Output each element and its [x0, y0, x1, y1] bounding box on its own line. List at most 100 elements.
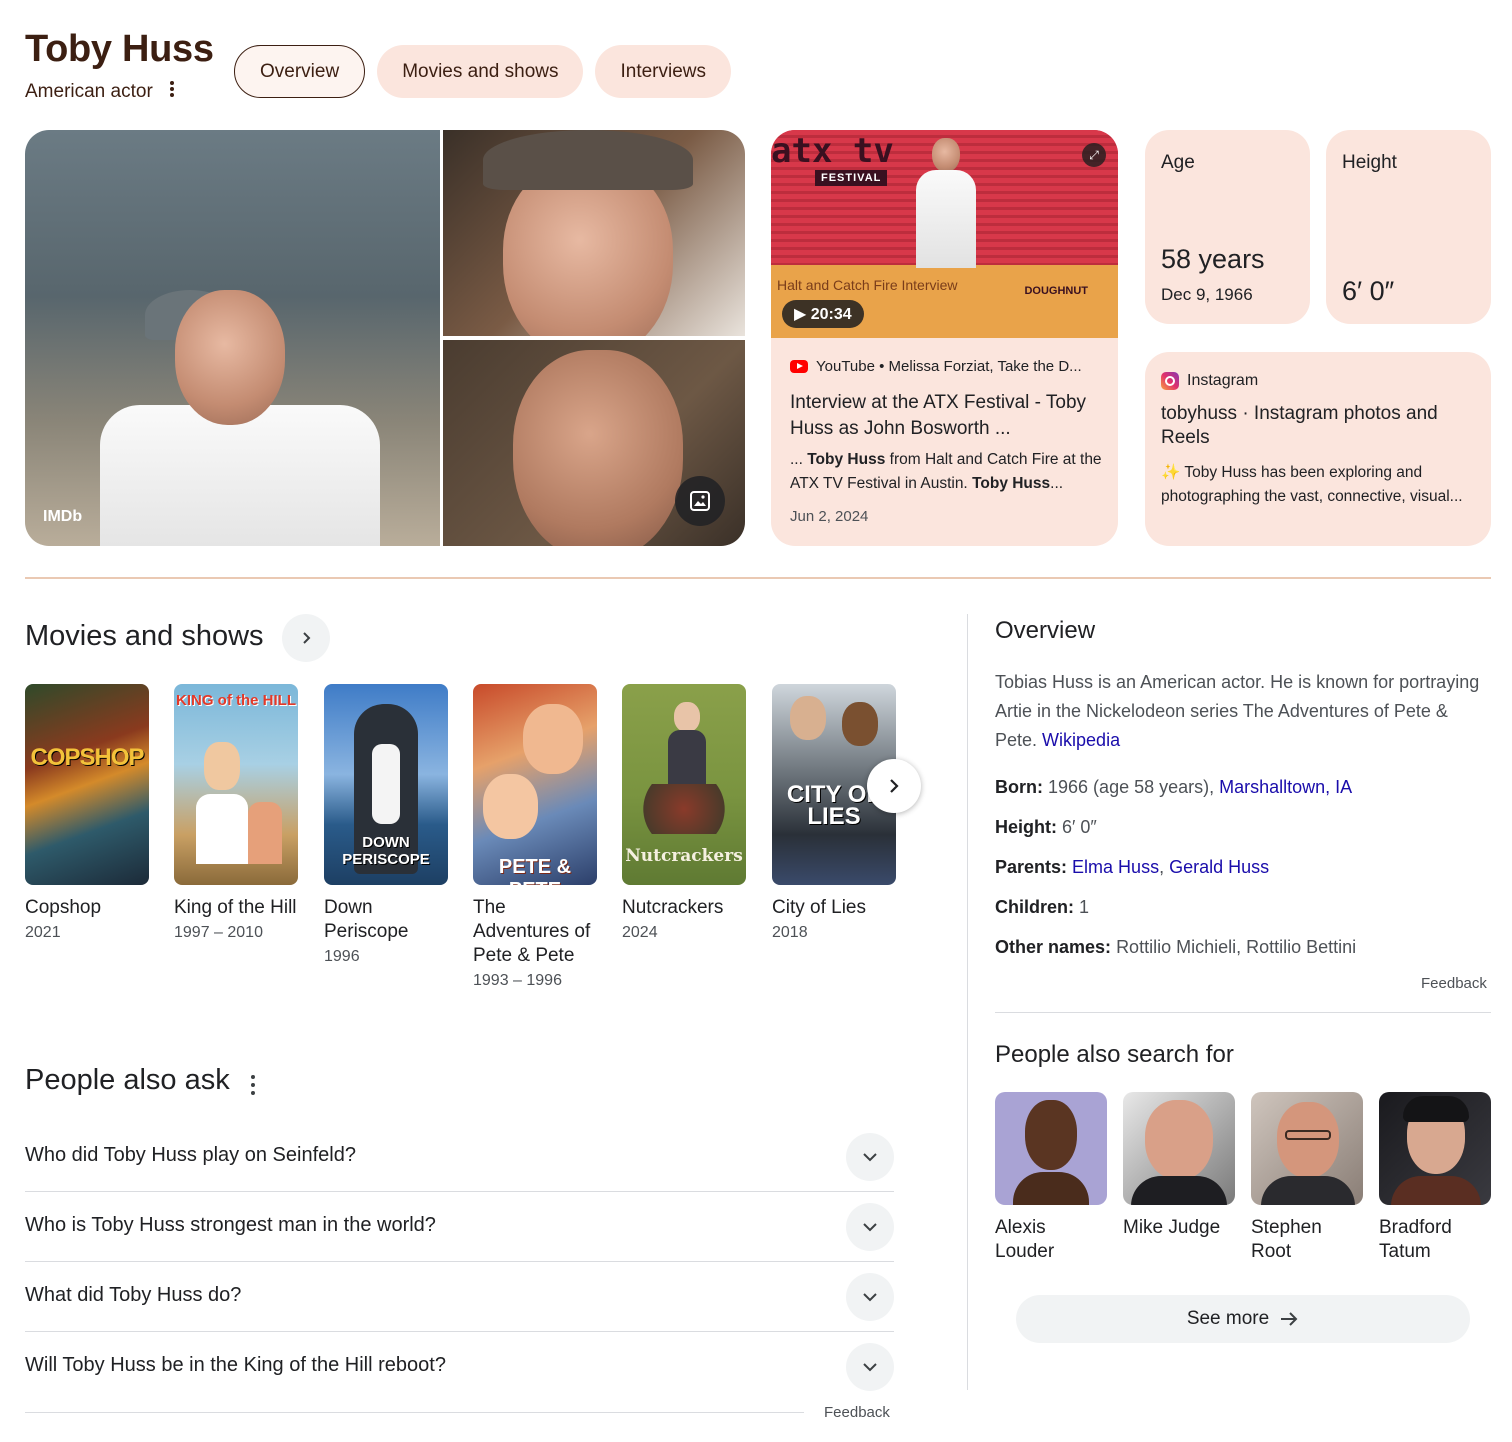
movie-item-down-periscope[interactable]: DOWN PERISCOPE Down Periscope 1996 [324, 684, 448, 966]
fact-parents: Parents: Elma Huss, Gerald Huss [995, 857, 1270, 877]
paa-question-text: Will Toby Huss be in the King of the Hil… [25, 1354, 446, 1376]
parent-link[interactable]: Gerald Huss [1169, 857, 1269, 877]
movie-item-king-of-the-hill[interactable]: KING of the HILL King of the Hill 1997 –… [174, 684, 298, 942]
atx-logo: atx tv [771, 131, 894, 171]
instagram-icon [1161, 372, 1179, 390]
person-face [513, 350, 683, 546]
movie-item-city-of-lies[interactable]: CITY OF LIES City of Lies 2018 [772, 684, 896, 942]
poster-title: PETE & PETE [498, 856, 572, 885]
portrait-photo-closeup[interactable] [443, 340, 745, 546]
movie-year: 2018 [772, 924, 808, 941]
person-photo [1251, 1092, 1363, 1205]
movie-item-copshop[interactable]: COPSHOP Copshop 2021 [25, 684, 149, 942]
poster-title: KING of the HILL [176, 692, 296, 709]
movie-year: 1997 – 2010 [174, 924, 263, 941]
movie-title: King of the Hill [174, 897, 297, 918]
movies-section-title[interactable]: Movies and shows [25, 620, 264, 653]
movie-year: 2024 [622, 924, 658, 941]
person-name: Mike Judge [1123, 1217, 1221, 1238]
thumbnail-brand: DOUGHNUT [1024, 285, 1088, 297]
person-mike-judge[interactable]: Mike Judge [1123, 1092, 1235, 1240]
see-more-label: See more [1186, 1308, 1270, 1329]
poster-title: Nutcrackers [625, 846, 743, 866]
instagram-snippet-text: Toby Huss has been exploring and photogr… [1161, 464, 1463, 505]
main-photo[interactable]: IMDb [25, 130, 440, 546]
youtube-icon [790, 360, 808, 373]
snippet-text: ... [790, 451, 808, 468]
paa-feedback-link[interactable]: Feedback [824, 1404, 890, 1421]
fact-children: Children: 1 [995, 897, 1089, 918]
right-divider [995, 1012, 1491, 1013]
poster-title: DOWN PERISCOPE [342, 834, 430, 868]
paa-divider [25, 1412, 804, 1413]
snippet-highlight: Toby Huss [972, 475, 1051, 492]
movie-year: 1996 [324, 948, 360, 965]
carousel-next-icon[interactable] [867, 759, 921, 813]
overview-feedback-link[interactable]: Feedback [1421, 975, 1487, 992]
tab-overview[interactable]: Overview [234, 45, 366, 98]
paa-options-icon[interactable] [246, 1075, 260, 1095]
paa-question[interactable]: Will Toby Huss be in the King of the Hil… [25, 1332, 894, 1402]
portrait-photo-cap[interactable] [443, 130, 745, 336]
age-value: 58 years [1161, 244, 1265, 274]
chevron-down-icon[interactable] [846, 1133, 894, 1181]
paa-question-text: Who is Toby Huss strongest man in the wo… [25, 1214, 436, 1236]
people-also-search-title: People also search for [995, 1041, 1234, 1068]
expand-icon[interactable]: ⤢ [1082, 143, 1106, 167]
person-name: Bradford Tatum [1379, 1217, 1452, 1262]
height-card[interactable]: Height 6′ 0″ [1326, 130, 1491, 324]
fact-label: Born: [995, 777, 1043, 797]
fact-value: Rottilio Michieli, Rottilio Bettini [1116, 937, 1357, 957]
chevron-down-icon[interactable] [846, 1203, 894, 1251]
fact-born: Born: 1966 (age 58 years), Marshalltown,… [995, 777, 1352, 798]
more-options-icon[interactable] [164, 78, 180, 100]
movie-poster: DOWN PERISCOPE [324, 684, 448, 885]
instagram-title[interactable]: tobyhuss · Instagram photos and Reels [1161, 402, 1479, 450]
person-bradford-tatum[interactable]: Bradford Tatum [1379, 1092, 1491, 1264]
person-alexis-louder[interactable]: Alexis Louder [995, 1092, 1107, 1264]
chevron-right-icon[interactable] [282, 614, 330, 662]
fact-height: Height: 6′ 0″ [995, 817, 1097, 838]
birthplace-link[interactable]: Marshalltown, IA [1219, 777, 1352, 797]
parent-link[interactable]: Elma Huss [1072, 857, 1159, 877]
movie-item-pete-and-pete[interactable]: PETE & PETE The Adventures of Pete & Pet… [473, 684, 597, 990]
instagram-source-text: Instagram [1187, 372, 1259, 389]
paa-title: People also ask [25, 1064, 230, 1096]
movie-title: The Adventures of Pete & Pete [473, 897, 591, 966]
chevron-down-icon[interactable] [846, 1273, 894, 1321]
fact-label: Children: [995, 897, 1074, 917]
video-date: Jun 2, 2024 [790, 508, 869, 525]
movie-item-nutcrackers[interactable]: Nutcrackers Nutcrackers 2024 [622, 684, 746, 942]
chevron-down-icon[interactable] [846, 1343, 894, 1391]
entity-subtitle: American actor [25, 81, 153, 102]
video-source: YouTube • Melissa Forziat, Take the D... [790, 358, 1082, 375]
age-card[interactable]: Age 58 years Dec 9, 1966 [1145, 130, 1310, 324]
image-gallery-icon[interactable] [675, 476, 725, 526]
instagram-card[interactable]: Instagram tobyhuss · Instagram photos an… [1145, 352, 1491, 546]
movie-title: Down Periscope [324, 897, 409, 942]
paa-question[interactable]: What did Toby Huss do? [25, 1262, 894, 1332]
video-thumbnail[interactable]: atx tv FESTIVAL Halt and Catch Fire Inte… [771, 130, 1118, 338]
person-shirt [100, 405, 380, 546]
movie-poster: Nutcrackers [622, 684, 746, 885]
video-result-card[interactable]: atx tv FESTIVAL Halt and Catch Fire Inte… [771, 130, 1118, 546]
snippet-highlight: Toby Huss [807, 451, 886, 468]
tab-interviews[interactable]: Interviews [595, 45, 732, 98]
fact-value: 1 [1079, 897, 1090, 917]
duration-text: 20:34 [810, 306, 852, 323]
wikipedia-link[interactable]: Wikipedia [1042, 730, 1120, 750]
column-divider [967, 614, 968, 1390]
paa-question-text: What did Toby Huss do? [25, 1284, 242, 1306]
page-title: Toby Huss [25, 28, 214, 70]
movie-poster: COPSHOP [25, 684, 149, 885]
arrow-right-icon [1281, 1312, 1298, 1326]
video-title[interactable]: Interview at the ATX Festival - Toby Hus… [790, 390, 1105, 442]
tab-movies-and-shows[interactable]: Movies and shows [377, 45, 584, 98]
paa-question[interactable]: Who did Toby Huss play on Seinfeld? [25, 1122, 894, 1192]
person-face [175, 290, 285, 425]
fact-label: Other names: [995, 937, 1112, 957]
person-stephen-root[interactable]: Stephen Root [1251, 1092, 1363, 1264]
person-photo [1379, 1092, 1491, 1205]
see-more-button[interactable]: See more [1016, 1295, 1470, 1343]
paa-question[interactable]: Who is Toby Huss strongest man in the wo… [25, 1192, 894, 1262]
